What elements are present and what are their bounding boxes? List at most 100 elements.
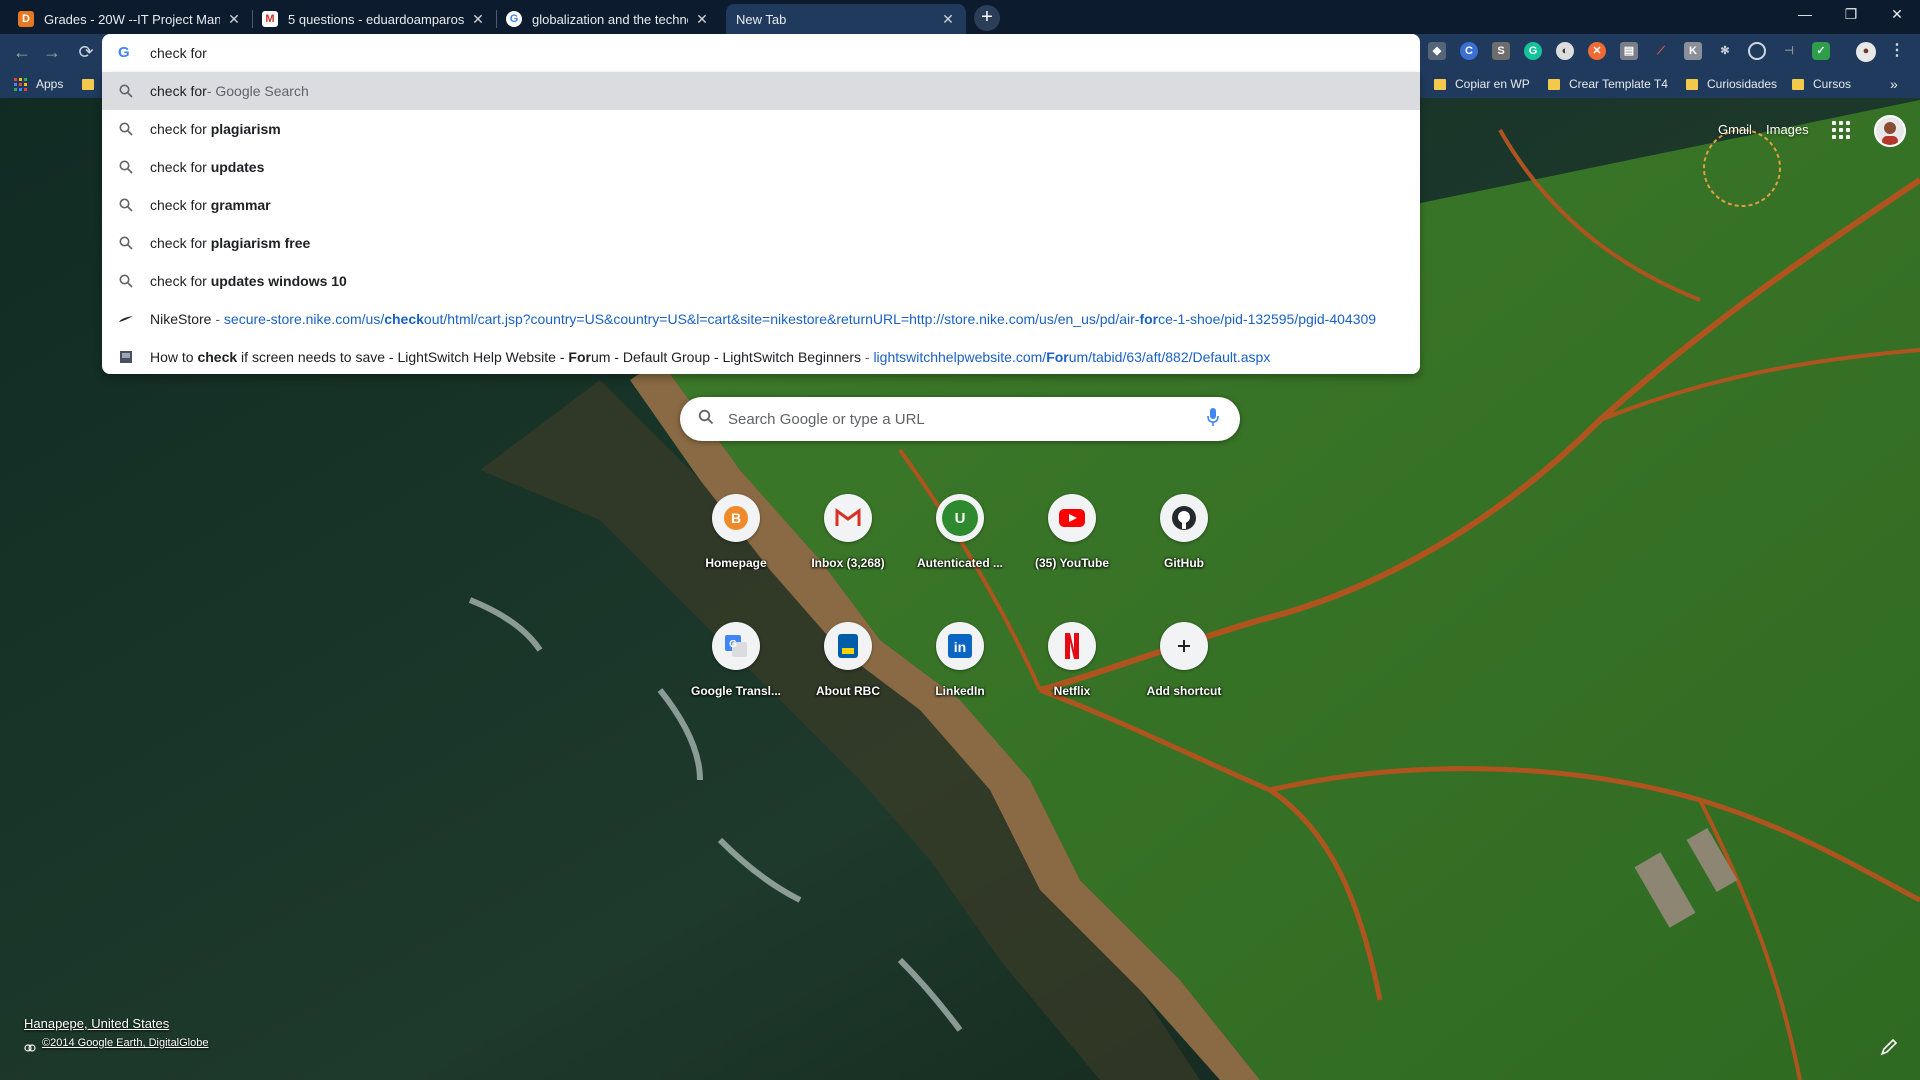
tab-title: globalization and the technology [532, 11, 688, 27]
shortcut-label: Netflix [1053, 684, 1091, 698]
suggestion-row[interactable]: check for - Google Search [102, 72, 1420, 110]
kebab-menu-icon[interactable]: ⋮ [1888, 42, 1906, 60]
reload-button[interactable]: ⟳ [74, 40, 98, 64]
close-window-button[interactable]: ✕ [1874, 0, 1920, 30]
svg-text:G: G [729, 639, 737, 650]
suggestion-row[interactable]: check for updates windows 10 [102, 262, 1420, 300]
shortcut-label: GitHub [1164, 556, 1204, 570]
bookmark-folder[interactable] [82, 75, 103, 93]
grammarly-icon[interactable]: G [1524, 42, 1542, 60]
tab-gmail[interactable]: M 5 questions - eduardoamparos@ ✕ [252, 4, 496, 34]
ntp-search-box[interactable]: Search Google or type a URL [680, 397, 1240, 441]
shortcut-label: Add shortcut [1146, 684, 1222, 698]
extension-icon[interactable]: C [1460, 42, 1478, 60]
add-shortcut-tile[interactable]: Add shortcut [1128, 606, 1240, 718]
bookmark-label: Curiosidades [1707, 77, 1778, 91]
shortcut-tile[interactable]: About RBC [792, 606, 904, 718]
profile-avatar-icon[interactable]: ● [1856, 42, 1876, 62]
gmail-icon: M [262, 11, 278, 27]
microphone-icon[interactable] [1206, 407, 1220, 432]
restore-button[interactable]: ❐ [1828, 0, 1874, 30]
shortcut-tile[interactable]: U Autenticated ... [904, 478, 1016, 590]
suggestion-bold: grammar [210, 197, 271, 213]
extension-icon[interactable]: K [1684, 42, 1702, 60]
tab-new-tab[interactable]: New Tab ✕ [726, 4, 966, 34]
tab-google-search[interactable]: G globalization and the technology ✕ [496, 4, 720, 34]
minimize-button[interactable]: — [1782, 0, 1828, 30]
shortcut-label: Autenticated ... [916, 556, 1003, 570]
suggestion-row[interactable]: check for plagiarism [102, 110, 1420, 148]
github-icon [1160, 494, 1208, 542]
search-icon [698, 409, 714, 430]
extension-icon[interactable] [1748, 42, 1766, 60]
shortcut-label: About RBC [816, 684, 880, 698]
bookmark-label: Crear Template T4 [1569, 77, 1668, 91]
shortcut-tile[interactable]: (35) YouTube [1016, 478, 1128, 590]
images-link[interactable]: Images [1766, 122, 1809, 137]
close-tab-icon[interactable]: ✕ [694, 11, 710, 28]
history-row-lightswitch[interactable]: How to check if screen needs to save - L… [102, 338, 1420, 374]
gmail-link[interactable]: Gmail [1718, 122, 1752, 137]
shortcut-tile[interactable]: G Google Transl... [680, 606, 792, 718]
extension-icon[interactable]: ▤ [1620, 42, 1638, 60]
new-tab-button[interactable]: + [974, 5, 1000, 31]
search-icon [118, 197, 134, 213]
account-avatar[interactable] [1874, 115, 1906, 147]
apps-shortcut[interactable]: Apps [14, 75, 63, 93]
suggestion-suffix: - Google Search [206, 83, 309, 99]
history-title: NikeStore [150, 311, 212, 327]
tab-title: 5 questions - eduardoamparos@ [288, 11, 464, 27]
search-icon [118, 235, 134, 251]
extension-icon[interactable]: ◆ [1428, 42, 1446, 60]
bookmark-folder[interactable]: Copiar en WP [1434, 75, 1530, 93]
tab-title: New Tab [736, 11, 787, 27]
shortcut-tile[interactable]: Inbox (3,268) [792, 478, 904, 590]
suggestion-row[interactable]: check for updates [102, 148, 1420, 186]
search-icon [118, 159, 134, 175]
close-tab-icon[interactable]: ✕ [470, 11, 486, 28]
suggestion-row[interactable]: check for plagiarism free [102, 224, 1420, 262]
shortcut-tile[interactable]: Netflix [1016, 606, 1128, 718]
forward-button[interactable]: → [40, 40, 64, 64]
extension-icon[interactable]: ⊣ [1780, 42, 1798, 60]
shortcut-tile[interactable]: in LinkedIn [904, 606, 1016, 718]
plus-icon [1160, 622, 1208, 670]
tab-title: Grades - 20W --IT Project Manag [44, 11, 220, 27]
bookmark-label: Copiar en WP [1455, 77, 1530, 91]
omnibox-input[interactable]: check for [150, 45, 207, 61]
bookmark-label: Cursos [1813, 77, 1852, 91]
svg-text:in: in [954, 639, 966, 655]
more-bookmarks-button[interactable]: » [1890, 75, 1898, 93]
omnibox[interactable]: G check for [102, 34, 1420, 72]
google-apps-icon[interactable] [1832, 121, 1850, 139]
suggestion-bold: updates windows 10 [210, 273, 347, 289]
suggestion-bold: plagiarism free [210, 235, 311, 251]
tab-grades[interactable]: D Grades - 20W --IT Project Manag ✕ [8, 4, 252, 34]
extension-icon[interactable]: ⟋ [1652, 42, 1670, 60]
location-link[interactable]: Hanapepe, United States [24, 1016, 169, 1031]
shield-icon[interactable]: ✓ [1812, 42, 1830, 60]
gmail-icon [824, 494, 872, 542]
close-tab-icon[interactable]: ✕ [940, 11, 956, 28]
shortcut-tile[interactable]: B Homepage [680, 478, 792, 590]
back-button[interactable]: ← [10, 40, 34, 64]
extension-icon[interactable]: ✕ [1588, 42, 1606, 60]
shortcut-tile[interactable]: GitHub [1128, 478, 1240, 590]
copyright-link[interactable]: ©2014 Google Earth, DigitalGlobe [42, 1037, 208, 1049]
customize-pencil-icon[interactable] [1878, 1036, 1900, 1058]
extension-icon[interactable]: ◐ [1556, 42, 1574, 60]
page-icon [118, 349, 134, 365]
bookmark-folder[interactable]: Crear Template T4 [1548, 75, 1668, 93]
shortcut-label: Google Transl... [690, 684, 782, 698]
suggestion-row[interactable]: check for grammar [102, 186, 1420, 224]
extension-icon[interactable]: S [1492, 42, 1510, 60]
extension-icon[interactable]: ✻ [1716, 42, 1734, 60]
bookmark-folder[interactable]: Curiosidades [1686, 75, 1777, 93]
close-tab-icon[interactable]: ✕ [226, 11, 242, 28]
shortcut-label: LinkedIn [935, 684, 985, 698]
bookmark-folder[interactable]: Cursos [1792, 75, 1851, 93]
history-row-nike[interactable]: NikeStore - secure-store.nike.com/us/che… [102, 300, 1420, 338]
nike-swoosh-icon [118, 311, 134, 327]
shortcut-label: Inbox (3,268) [811, 556, 885, 570]
history-title: How to check if screen needs to save - L… [150, 349, 861, 365]
